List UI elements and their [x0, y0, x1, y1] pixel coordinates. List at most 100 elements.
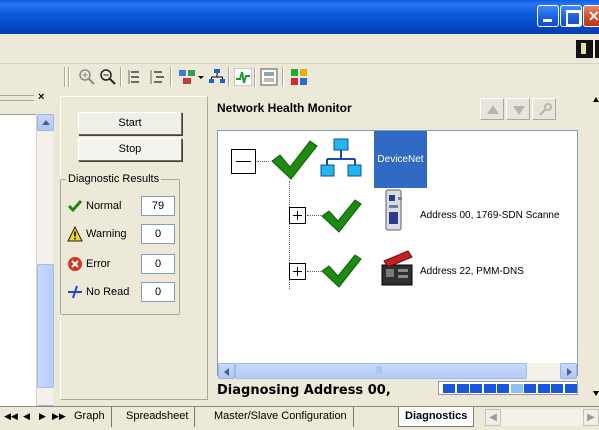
- main-scrollbar[interactable]: [593, 90, 599, 406]
- progress-segment: [510, 384, 523, 393]
- progress-segment: [564, 384, 577, 393]
- toolbar-separator: [64, 67, 66, 87]
- tab-graph[interactable]: Graph: [68, 407, 112, 427]
- tab-scrollbar[interactable]: ◀ ▶: [485, 409, 599, 426]
- tab-diagnostics[interactable]: Diagnostics: [398, 407, 475, 427]
- diagnostics-panel: Start Stop Diagnostic Results Normal 79 …: [54, 90, 208, 406]
- no-read-icon: [68, 285, 82, 299]
- scroll-thumb[interactable]: [235, 363, 527, 379]
- stop-button[interactable]: Stop: [78, 138, 182, 161]
- device-node-label[interactable]: Address 22, PMM-DNS: [420, 266, 524, 277]
- result-label: Error: [86, 258, 111, 270]
- result-row-warning: Warning 0: [65, 224, 179, 244]
- diagnosis-status-text: Diagnosing Address 00, 1769...: [217, 383, 391, 420]
- network-health-view: Network Health Monitor DeviceNet Address…: [208, 90, 593, 420]
- expand-node-button[interactable]: [289, 263, 306, 280]
- close-button[interactable]: [583, 5, 599, 27]
- scroll-thumb[interactable]: [37, 264, 54, 388]
- result-label: Warning: [86, 228, 127, 240]
- expand-node-button[interactable]: [289, 207, 306, 224]
- sheet-tab-bar: ◀◀ ◀ ▶ ▶▶ Graph Spreadsheet Master/Slave…: [0, 406, 599, 430]
- properties-button[interactable]: [532, 98, 556, 120]
- menu-overflow-icon[interactable]: [595, 40, 599, 58]
- prev-tab-icon[interactable]: ◀: [20, 410, 33, 423]
- result-row-error: Error 0: [65, 254, 179, 274]
- tab-spreadsheet[interactable]: Spreadsheet: [120, 407, 196, 427]
- health-monitor-icon[interactable]: [233, 67, 253, 87]
- scroll-left-button[interactable]: [218, 363, 235, 379]
- scroll-left-button[interactable]: ◀: [485, 409, 501, 426]
- progress-segment: [497, 384, 509, 393]
- network-tree-canvas[interactable]: DeviceNet Address 00, 1769-SDN Scanne Ad…: [217, 130, 578, 376]
- toolbar-separator: [254, 67, 256, 87]
- scanner-module-icon: [385, 189, 402, 231]
- last-tab-icon[interactable]: ▶▶: [52, 410, 66, 423]
- tree-connector: [257, 161, 269, 162]
- tree-connector: [307, 215, 321, 216]
- check-icon: [321, 199, 362, 233]
- tree-pane-header: ×: [0, 92, 54, 104]
- result-row-normal: Normal 79: [65, 196, 179, 216]
- menu-bar: [0, 34, 599, 64]
- progress-segment: [537, 384, 550, 393]
- arrow-up-icon: [487, 105, 499, 114]
- device-node-label[interactable]: Address 00, 1769-SDN Scanne: [420, 210, 560, 221]
- network-topology-icon[interactable]: [208, 68, 226, 86]
- start-button[interactable]: Start: [78, 112, 182, 135]
- zoom-in-icon[interactable]: [78, 68, 96, 86]
- toolbar-separator: [228, 67, 230, 87]
- warning-count-field: 0: [141, 224, 175, 244]
- result-label: No Read: [86, 286, 130, 298]
- diagnostic-results-group: Diagnostic Results Normal 79 Warning 0 E…: [60, 173, 180, 315]
- page-title: Network Health Monitor: [217, 101, 352, 115]
- close-icon[interactable]: ×: [38, 92, 50, 104]
- move-up-button[interactable]: [480, 98, 504, 120]
- minimize-button[interactable]: [537, 5, 559, 27]
- arrow-down-icon: [513, 106, 525, 115]
- zoom-out-icon[interactable]: [99, 68, 117, 86]
- scroll-right-button[interactable]: ▶: [583, 409, 599, 426]
- network-icon: [320, 138, 362, 177]
- diagnosis-progress-bar: [438, 381, 578, 395]
- error-count-field: 0: [141, 254, 175, 274]
- properties-icon[interactable]: [260, 68, 278, 86]
- toolbar-separator: [68, 67, 70, 87]
- maximize-button[interactable]: [560, 5, 582, 27]
- toolbar-separator: [170, 67, 172, 87]
- tree-scrollbar[interactable]: [36, 114, 54, 422]
- arrow-up-icon: [593, 97, 599, 102]
- result-label: Normal: [86, 200, 122, 212]
- first-tab-icon[interactable]: ◀◀: [4, 410, 18, 423]
- wrench-icon: [539, 103, 552, 116]
- tree-pane: ×: [0, 90, 54, 422]
- document-icon[interactable]: [576, 40, 593, 58]
- collapse-node-button[interactable]: [231, 149, 256, 174]
- toolbar: [0, 64, 599, 90]
- project-tree[interactable]: [0, 114, 36, 414]
- check-icon: [321, 254, 362, 288]
- horizontal-scrollbar[interactable]: [218, 363, 577, 379]
- result-row-no-read: No Read 0: [65, 282, 179, 302]
- network-browse-icon[interactable]: [178, 68, 196, 86]
- progress-segment: [524, 384, 536, 393]
- tree-view-icon[interactable]: [148, 68, 166, 86]
- tab-master-slave-configuration[interactable]: Master/Slave Configuration: [208, 407, 354, 427]
- check-icon: [67, 200, 83, 213]
- normal-count-field: 79: [141, 196, 175, 216]
- title-bar: [0, 0, 599, 34]
- check-icon: [271, 140, 318, 180]
- next-tab-icon[interactable]: ▶: [36, 410, 49, 423]
- progress-segment: [551, 384, 563, 393]
- error-icon: [68, 257, 82, 271]
- progress-segment: [443, 384, 455, 393]
- move-down-button[interactable]: [506, 98, 530, 120]
- devicenet-node-label[interactable]: DeviceNet: [374, 131, 427, 188]
- scroll-up-button[interactable]: [37, 114, 54, 131]
- toolbar-separator: [282, 67, 284, 87]
- tree-connector: [307, 271, 321, 272]
- progress-segment: [470, 384, 482, 393]
- diagnostic-results-label: Diagnostic Results: [66, 173, 162, 185]
- list-view-icon[interactable]: [126, 68, 144, 86]
- configuration-icon[interactable]: [290, 68, 308, 86]
- scroll-right-button[interactable]: [560, 363, 577, 379]
